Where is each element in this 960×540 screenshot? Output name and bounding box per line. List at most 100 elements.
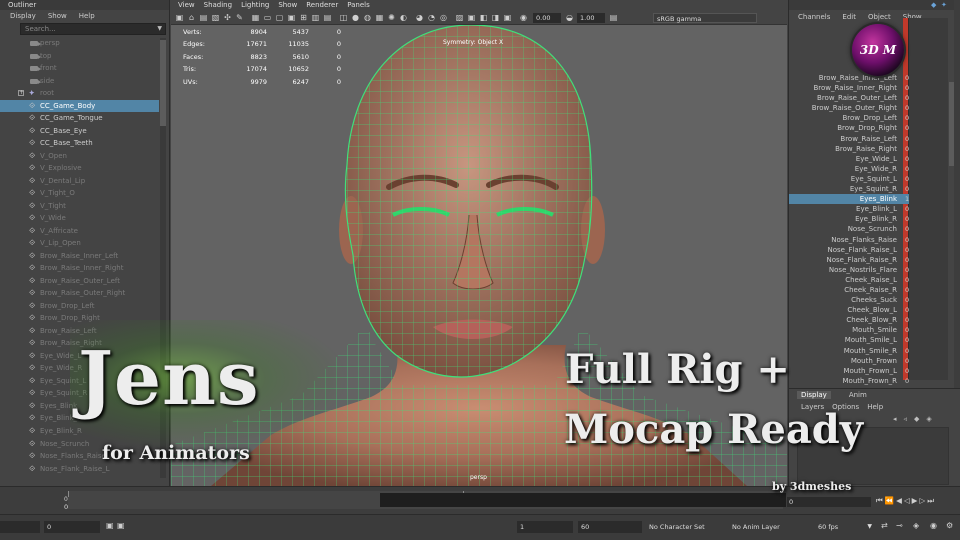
channel-row[interactable]: Mouth_Frown_L 0 [789, 366, 909, 376]
film-gate-icon[interactable]: ▭ [263, 13, 272, 22]
channel-row[interactable]: Mouth_Frown 0 [789, 356, 909, 366]
channel-value[interactable]: 0 [905, 265, 911, 275]
channel-name[interactable]: Eye_Squint_R [789, 184, 897, 194]
channel-row[interactable]: Mouth_Frown_R 0 [789, 376, 911, 386]
outliner-item[interactable]: V_Lip_Open [0, 237, 159, 250]
menu-lighting[interactable]: Lighting [241, 0, 269, 11]
grease-pencil-icon[interactable]: ✎ [235, 13, 244, 22]
channel-row[interactable]: Brow_Raise_Right 0 [789, 144, 909, 154]
outliner-item[interactable]: Brow_Raise_Outer_Left [0, 275, 159, 288]
cb-menu-edit[interactable]: Edit [842, 13, 856, 21]
channel-row[interactable]: Brow_Drop_Right 0 [789, 123, 909, 133]
key-icon[interactable]: ⊸ [896, 521, 903, 530]
channel-row[interactable]: Eye_Wide_L 0 [789, 154, 909, 164]
channel-name[interactable]: Brow_Raise_Outer_Left [789, 93, 897, 103]
channel-value[interactable]: 0 [905, 315, 911, 325]
grid-icon[interactable]: ▦ [251, 13, 260, 22]
wireframe-on-shaded-icon[interactable]: ◍ [363, 13, 372, 22]
chevron-down-icon[interactable]: ▼ [157, 24, 162, 34]
select-camera-icon[interactable]: ▣ [175, 13, 184, 22]
channel-value[interactable]: 0 [905, 346, 911, 356]
smooth-shade-icon[interactable]: ● [351, 13, 360, 22]
channel-value[interactable]: 0 [905, 295, 911, 305]
channel-name[interactable]: Brow_Raise_Inner_Right [789, 83, 898, 93]
outliner-item[interactable]: V_Explosive [0, 162, 159, 175]
animation-end-field[interactable]: 60 [578, 521, 642, 533]
outliner-item[interactable]: V_Tight [0, 200, 159, 213]
ambient-occlusion-icon[interactable]: ◕ [415, 13, 424, 22]
channel-value[interactable]: 0 [905, 376, 911, 386]
channel-row[interactable]: Nose_Nostrils_Flare 0 [789, 265, 909, 275]
safe-title-icon[interactable]: ▤ [323, 13, 332, 22]
outliner-item[interactable]: CC_Game_Tongue [0, 112, 159, 125]
channel-row[interactable]: Eye_Blink_R 0 [789, 214, 909, 224]
channel-row[interactable]: Mouth_Smile_R 0 [789, 346, 909, 356]
channel-name[interactable]: Brow_Raise_Left [789, 134, 897, 144]
loop-icon[interactable]: ◈ [913, 521, 919, 530]
channel-name[interactable]: Mouth_Smile_R [789, 346, 897, 356]
outliner-item[interactable]: Nose_Flank_Raise_L [0, 463, 159, 476]
use-lights-icon[interactable]: ✺ [387, 13, 396, 22]
channel-name[interactable]: Eye_Blink_R [789, 214, 897, 224]
channel-value[interactable]: 0 [905, 73, 911, 83]
channel-row[interactable]: Cheek_Blow_L 0 [789, 305, 909, 315]
animation-start-field[interactable] [0, 521, 40, 533]
image-plane-icon[interactable]: ▧ [211, 13, 220, 22]
channel-name[interactable]: Mouth_Smile [789, 325, 897, 335]
preferences-icon[interactable]: ⚙ [946, 521, 953, 530]
channel-row[interactable]: Brow_Raise_Inner_Right 0 [789, 83, 910, 93]
channel-name[interactable]: Nose_Scrunch [789, 224, 897, 234]
channel-row[interactable]: Brow_Raise_Outer_Right 0 [789, 103, 909, 113]
channel-value[interactable]: 0 [905, 103, 911, 113]
channel-name[interactable]: Eye_Wide_R [789, 164, 897, 174]
time-slider-track[interactable] [380, 493, 786, 507]
channel-row[interactable]: Brow_Raise_Outer_Left 0 [789, 93, 909, 103]
channel-value[interactable]: 0 [905, 245, 911, 255]
isolate-select-icon[interactable]: ▣ [467, 13, 476, 22]
channel-name[interactable]: Cheeks_Suck [789, 295, 897, 305]
channel-name[interactable]: Brow_Raise_Right [789, 144, 897, 154]
channel-name[interactable]: Nose_Flank_Raise_R [789, 255, 898, 265]
safe-action-icon[interactable]: ▥ [311, 13, 320, 22]
channel-value[interactable]: 0 [905, 144, 911, 154]
channel-name[interactable]: Cheek_Blow_R [789, 315, 897, 325]
range-handle-right-icon[interactable]: ▣ [117, 521, 125, 530]
channel-row[interactable]: Eyes_Blink 1 [789, 194, 909, 205]
outliner-item[interactable]: Brow_Raise_Outer_Right [0, 287, 159, 300]
outliner-item[interactable]: Brow_Raise_Inner_Left [0, 250, 159, 263]
sound-icon[interactable]: ◉ [930, 521, 937, 530]
textured-icon[interactable]: ▦ [375, 13, 384, 22]
resolution-gate-icon[interactable]: ▢ [275, 13, 284, 22]
shadows-icon[interactable]: ◐ [399, 13, 408, 22]
attribute-editor-icon[interactable]: ✦ [941, 1, 947, 9]
channel-name[interactable]: Mouth_Frown_R [789, 376, 898, 386]
playback-end-field[interactable]: 1 [517, 521, 573, 533]
step-back-icon[interactable]: ◀ [896, 496, 904, 505]
outliner-item[interactable]: side [0, 75, 159, 88]
current-frame-field[interactable]: 0 [787, 497, 871, 507]
channel-row[interactable]: Brow_Raise_Inner_Left 0 [789, 73, 909, 83]
outliner-item[interactable]: CC_Base_Teeth [0, 137, 159, 150]
channel-value[interactable]: 0 [905, 325, 911, 335]
cb-menu-object[interactable]: Object [868, 13, 891, 21]
outliner-item[interactable]: V_Tight_O [0, 187, 159, 200]
channel-value[interactable]: 0 [905, 113, 911, 123]
wireframe-icon[interactable]: ◫ [339, 13, 348, 22]
channel-name[interactable]: Mouth_Smile_L [789, 335, 897, 345]
bookmark-icon[interactable]: ▤ [199, 13, 208, 22]
outliner-item[interactable]: V_Wide [0, 212, 159, 225]
lock-camera-icon[interactable]: ⌂ [187, 13, 196, 22]
gate-mask-icon[interactable]: ▣ [287, 13, 296, 22]
channel-value[interactable]: 0 [905, 123, 911, 133]
channel-row[interactable]: Brow_Drop_Left 0 [789, 113, 909, 123]
channel-row[interactable]: Cheek_Raise_R 0 [789, 285, 909, 295]
menu-renderer[interactable]: Renderer [306, 0, 338, 11]
gamma-icon[interactable]: ◒ [565, 13, 574, 22]
channel-box-icon[interactable]: ◆ [931, 1, 936, 9]
channel-name[interactable]: Cheek_Blow_L [789, 305, 897, 315]
channel-value[interactable]: 0 [905, 204, 911, 214]
move-down-icon[interactable]: ◃ [904, 415, 915, 423]
outliner-item[interactable]: Brow_Drop_Left [0, 300, 159, 313]
channel-name[interactable]: Brow_Raise_Outer_Right [789, 103, 897, 113]
field-chart-icon[interactable]: ⊞ [299, 13, 308, 22]
